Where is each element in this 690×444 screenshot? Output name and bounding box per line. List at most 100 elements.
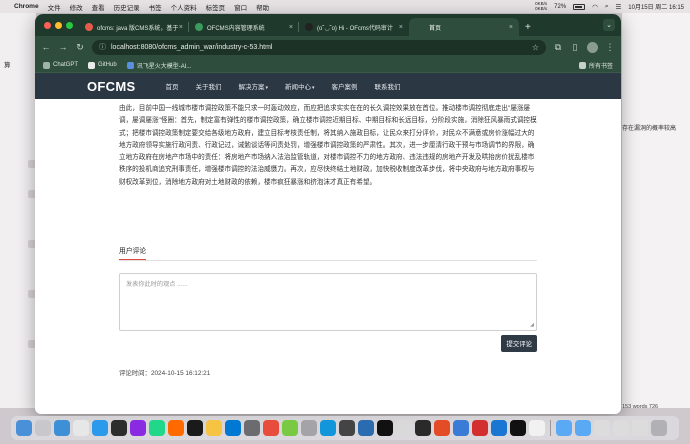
terminal-icon[interactable] [111, 420, 127, 436]
webstorm-icon[interactable] [187, 420, 203, 436]
menu-window[interactable]: 窗口 [234, 2, 247, 12]
menu-file[interactable]: 文件 [48, 2, 61, 12]
intellij-icon[interactable] [130, 420, 146, 436]
more-menu-icon[interactable]: ⋮ [605, 42, 615, 53]
launchpad-icon[interactable] [35, 420, 51, 436]
wechat-icon[interactable] [282, 420, 298, 436]
settings-icon[interactable] [244, 420, 260, 436]
back-arrow-icon[interactable]: ← [41, 42, 51, 52]
browser-tab[interactable]: (o˘◡˘o) Hi - OFcms代码审计 × [299, 18, 409, 36]
minimize-window-button[interactable] [55, 21, 62, 29]
url-text[interactable]: localhost:8080/ofcms_admin_war/industry-… [111, 44, 272, 51]
recent-item-icon[interactable] [632, 420, 648, 436]
reload-icon[interactable]: ↻ [75, 42, 85, 53]
comment-placeholder: 发表你此时的观点 ...... [126, 281, 188, 289]
browser-tab[interactable]: OFCMS内容管理系统 × [189, 18, 299, 36]
nav-news[interactable]: 新闻中心▾ [285, 81, 315, 91]
menu-bookmarks[interactable]: 书签 [149, 2, 162, 12]
qq-icon[interactable] [320, 420, 336, 436]
forward-arrow-icon[interactable]: → [58, 42, 68, 52]
activity-monitor-icon[interactable] [339, 420, 355, 436]
site-logo[interactable]: OFCMS [87, 79, 135, 94]
datagrip-icon[interactable] [168, 420, 184, 436]
comment-timestamp: 评论时间：2024-10-15 16:12:21 [119, 370, 211, 378]
chrome-icon[interactable] [73, 420, 89, 436]
tab-close-icon[interactable]: × [179, 24, 183, 31]
nav-home[interactable]: 首页 [165, 81, 178, 91]
tab-close-icon[interactable]: × [399, 24, 403, 31]
tab-close-icon[interactable]: × [509, 24, 513, 31]
menu-help[interactable]: 帮助 [256, 2, 269, 12]
tab-title: (o˘◡˘o) Hi - OFcms代码审计 [317, 25, 393, 32]
safari-icon[interactable] [54, 420, 70, 436]
sidebar-icon[interactable]: ▯ [570, 42, 580, 53]
menu-view[interactable]: 查看 [92, 2, 105, 12]
pycharm-icon[interactable] [149, 420, 165, 436]
nav-contact[interactable]: 联系我们 [374, 81, 400, 91]
bookmark-item[interactable]: GitHub [88, 61, 117, 69]
comment-input[interactable]: 发表你此时的观点 ...... ◢ [119, 273, 537, 332]
recent-item-icon[interactable] [613, 420, 629, 436]
vscode-icon[interactable] [225, 420, 241, 436]
clock[interactable]: 10月15日 周二 16:15 [628, 2, 684, 11]
editor-status-bar: 153 words 726 [622, 404, 658, 410]
tab-favicon-icon [195, 23, 203, 31]
control-center-icon[interactable]: ☰ [615, 3, 621, 11]
close-window-button[interactable] [44, 21, 51, 29]
menu-tabs[interactable]: 标签页 [206, 2, 226, 12]
documents-folder-icon[interactable] [575, 420, 591, 436]
trash-icon[interactable] [651, 420, 667, 436]
menu-profiles[interactable]: 个人资料 [171, 2, 197, 12]
menu-history[interactable]: 历史记录 [114, 2, 140, 12]
word-count: 153 words [622, 404, 648, 410]
netease-music-icon[interactable] [263, 420, 279, 436]
nav-cases[interactable]: 客户案例 [331, 81, 357, 91]
resize-handle-icon[interactable]: ◢ [530, 322, 534, 328]
nav-solutions[interactable]: 解决方案▾ [238, 81, 268, 91]
nav-about[interactable]: 关于我们 [195, 81, 221, 91]
obsidian-icon[interactable] [377, 420, 393, 436]
tab-search-chevron-icon[interactable]: ⌄ [603, 19, 615, 31]
tab-close-icon[interactable]: × [289, 24, 293, 31]
network-speed: 0KB/s 0KB/s [535, 1, 547, 11]
recent-item-icon[interactable] [594, 420, 610, 436]
browser-tab[interactable]: ofcms: java 版CMS系统，基于 × [79, 18, 189, 36]
menu-edit[interactable]: 修改 [70, 2, 83, 12]
all-bookmarks[interactable]: 所有书签 [578, 61, 613, 70]
extensions-icon[interactable]: ⧉ [553, 42, 563, 53]
address-bar[interactable]: ⓘ localhost:8080/ofcms_admin_war/industr… [92, 39, 546, 55]
bookmark-star-icon[interactable]: ☆ [532, 43, 539, 52]
menu-app-name[interactable]: Chrome [14, 3, 39, 10]
app-store-icon[interactable] [92, 420, 108, 436]
typora-icon[interactable] [510, 420, 526, 436]
wps-icon[interactable] [472, 420, 488, 436]
tab-favicon-icon [85, 23, 93, 31]
macos-dock [11, 416, 679, 440]
preview-icon[interactable] [301, 420, 317, 436]
battery-icon[interactable] [573, 3, 586, 10]
dingtalk-icon[interactable] [453, 420, 469, 436]
docker-icon[interactable] [358, 420, 374, 436]
github-desktop-icon[interactable] [415, 420, 431, 436]
zoom-window-button[interactable] [66, 21, 73, 29]
downloads-folder-icon[interactable] [556, 420, 572, 436]
site-info-icon[interactable]: ⓘ [99, 42, 106, 52]
browser-tab-active[interactable]: 首页 × [409, 18, 519, 36]
submit-row: 提交评论 [119, 335, 537, 353]
bookmark-item[interactable]: ChatGPT [43, 61, 78, 69]
submit-comment-button[interactable]: 提交评论 [501, 335, 537, 353]
new-tab-button[interactable]: + [519, 18, 537, 36]
notes-icon[interactable] [206, 420, 222, 436]
burp-icon[interactable] [434, 420, 450, 436]
tab-strip: ofcms: java 版CMS系统，基于 × OFCMS内容管理系统 × (o… [35, 14, 621, 36]
wifi-icon[interactable]: ◠ [592, 3, 598, 11]
profile-avatar[interactable] [587, 41, 598, 53]
calculator-icon[interactable] [396, 420, 412, 436]
chrome-window: ofcms: java 版CMS系统，基于 × OFCMS内容管理系统 × (o… [35, 14, 621, 414]
bookmark-item[interactable]: 讯飞星火大模型-AI... [126, 61, 191, 70]
char-count: 726 [648, 404, 659, 410]
search-icon[interactable]: ⌕ [605, 3, 609, 11]
finder-icon[interactable] [16, 420, 32, 436]
photos-icon[interactable] [529, 420, 545, 436]
word-icon[interactable] [491, 420, 507, 436]
